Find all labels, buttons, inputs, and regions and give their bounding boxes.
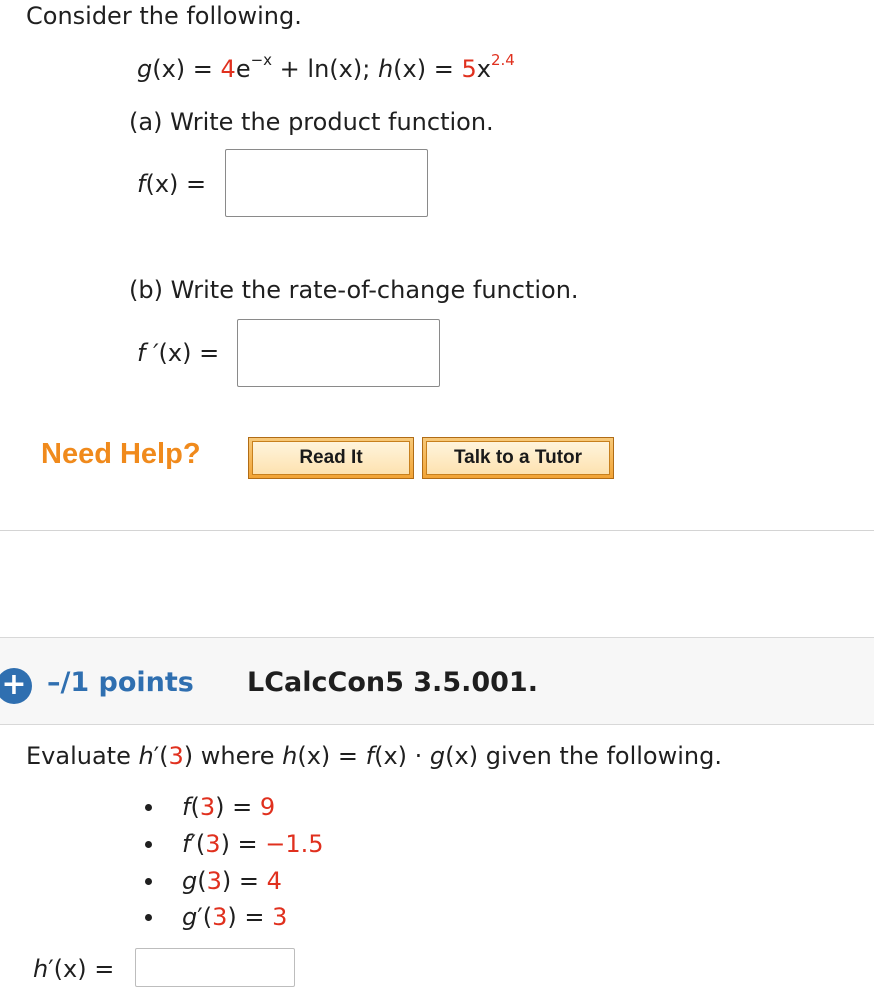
points-label: –/1 points	[47, 667, 194, 698]
bullet	[145, 914, 152, 921]
talk-to-tutor-button[interactable]: Talk to a Tutor	[422, 437, 614, 479]
part-a-label: (a) Write the product function.	[129, 108, 494, 136]
bullet	[145, 841, 152, 848]
final-answer-label: h′(x) =	[33, 955, 115, 983]
part-b-answer-label: f ′(x) =	[137, 339, 220, 367]
part-b-label: (b) Write the rate-of-change function.	[129, 276, 579, 304]
part-a-answer-label: f(x) =	[137, 170, 207, 198]
question-prompt: Consider the following.	[26, 2, 302, 30]
function-definitions: g(x) = 4e−x + ln(x); h(x) = 5x2.4	[137, 51, 515, 84]
part-a-answer-input[interactable]	[225, 149, 428, 217]
part-b-answer-input[interactable]	[237, 319, 440, 387]
final-answer-input[interactable]	[135, 948, 295, 987]
question-2-prompt: Evaluate h′(3) where h(x) = f(x) · g(x) …	[26, 742, 722, 770]
divider	[0, 530, 874, 531]
bullet	[145, 878, 152, 885]
list-item: g′(3) = 3	[182, 903, 288, 931]
read-it-button[interactable]: Read It	[248, 437, 414, 479]
need-help-label: Need Help?	[41, 438, 201, 470]
list-item: g(3) = 4	[182, 867, 282, 895]
list-item: f(3) = 9	[182, 793, 276, 821]
list-item: f′(3) = −1.5	[182, 830, 324, 858]
bullet	[145, 804, 152, 811]
question-id: LCalcCon5 3.5.001.	[247, 667, 538, 698]
